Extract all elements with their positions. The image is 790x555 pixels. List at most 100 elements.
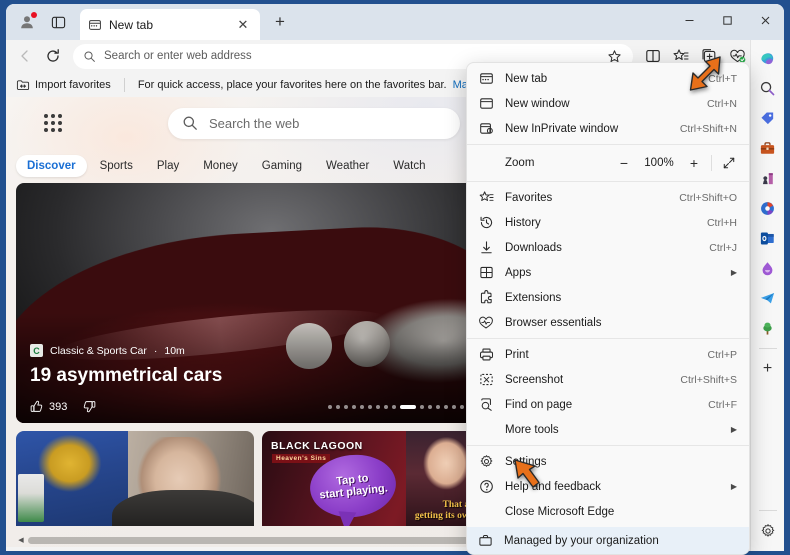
scroll-left-arrow[interactable]: ◀	[16, 535, 26, 545]
nav-item-gaming[interactable]: Gaming	[251, 155, 313, 177]
menu-item-history[interactable]: History Ctrl+H	[467, 210, 749, 235]
menu-divider	[467, 445, 749, 446]
nav-item-money[interactable]: Money	[192, 155, 249, 177]
nav-item-discover[interactable]: Discover	[16, 155, 87, 177]
sidebar-item-drop[interactable]	[754, 254, 782, 282]
menu-item-label: Find on page	[505, 398, 573, 411]
black-lagoon-ad-card[interactable]: BLACK LAGOON Heaven's Sins Tap to start …	[262, 431, 500, 526]
tab-strip: New tab ✕ +	[6, 4, 784, 40]
menu-item-label: Print	[505, 348, 529, 361]
web-search-placeholder: Search the web	[209, 115, 300, 131]
scrollbar-thumb[interactable]	[28, 536, 491, 544]
ad-bubble-line-2: start playing.	[318, 482, 389, 502]
menu-item-screenshot[interactable]: Screenshot Ctrl+Shift+S	[467, 367, 749, 392]
address-bar-placeholder: Search or enter web address	[104, 50, 252, 62]
sidebar-divider-bottom	[758, 510, 777, 511]
back-button[interactable]	[12, 43, 38, 69]
close-window-button[interactable]	[746, 4, 784, 36]
gear-icon	[478, 454, 494, 470]
extensions-icon	[478, 290, 494, 306]
tree-icon	[763, 322, 772, 335]
new-tab-page-icon	[89, 19, 101, 30]
sidebar-item-microsoft-365[interactable]	[754, 194, 782, 222]
new-window-icon	[478, 96, 494, 112]
chevron-right-icon: ▶	[730, 425, 737, 434]
hero-dislike-button[interactable]	[83, 400, 96, 413]
new-tab-button[interactable]: +	[266, 8, 294, 36]
menu-item-label: Browser essentials	[505, 316, 602, 329]
menu-item-help-and-feedback[interactable]: Help and feedback ▶	[467, 474, 749, 499]
profile-button[interactable]	[12, 7, 42, 37]
menu-item-new-inprivate-window[interactable]: New InPrivate window Ctrl+Shift+N	[467, 116, 749, 141]
web-search-box[interactable]: Search the web	[168, 107, 460, 139]
ad-logo: BLACK LAGOON	[271, 440, 363, 452]
hero-article-card[interactable]: C Classic & Sports Car · 10m 19 asymmetr…	[16, 183, 480, 423]
tab-search-icon	[51, 16, 65, 28]
inprivate-icon	[478, 121, 494, 137]
nav-item-weather[interactable]: Weather	[315, 155, 380, 177]
chevron-right-icon: ▶	[730, 482, 737, 491]
sidebar-item-tools[interactable]	[754, 134, 782, 162]
menu-item-new-window[interactable]: New window Ctrl+N	[467, 91, 749, 116]
tab-close-button[interactable]: ✕	[234, 16, 252, 34]
menu-item-shortcut: Ctrl+H	[706, 216, 737, 229]
nav-item-play[interactable]: Play	[146, 155, 190, 177]
maximize-button[interactable]	[708, 4, 746, 36]
carousel-pagination[interactable]	[328, 405, 464, 409]
menu-item-label: New window	[505, 97, 570, 110]
nav-item-watch[interactable]: Watch	[382, 155, 436, 177]
menu-item-new-tab[interactable]: New tab Ctrl+T	[467, 66, 749, 91]
briefcase-icon	[478, 533, 493, 548]
menu-item-label: New InPrivate window	[505, 122, 619, 135]
menu-item-shortcut: Ctrl+Shift+S	[680, 373, 737, 386]
briefcase-icon	[760, 141, 775, 154]
menu-item-more-tools[interactable]: More tools ▶	[467, 417, 749, 442]
menu-item-apps[interactable]: Apps ▶	[467, 260, 749, 285]
hero-like-button[interactable]: 393	[30, 400, 67, 413]
menu-footer-label: Managed by your organization	[504, 534, 659, 547]
copilot-icon	[761, 52, 774, 64]
sidebar-item-games[interactable]	[754, 164, 782, 192]
zoom-divider	[711, 155, 712, 171]
shopping-tag-icon	[761, 111, 774, 124]
menu-item-extensions[interactable]: Extensions	[467, 285, 749, 310]
menu-item-find-on-page[interactable]: Find on page Ctrl+F	[467, 392, 749, 417]
minimize-icon	[685, 19, 693, 21]
menu-item-browser-essentials[interactable]: Browser essentials	[467, 310, 749, 335]
hero-source-logo: C	[30, 344, 43, 357]
app-launcher-icon[interactable]	[38, 108, 68, 138]
hero-like-count: 393	[49, 400, 68, 413]
sidebar-item-search[interactable]	[754, 74, 782, 102]
browser-tab[interactable]: New tab ✕	[80, 9, 260, 40]
menu-item-downloads[interactable]: Downloads Ctrl+J	[467, 235, 749, 260]
menu-item-shortcut: Ctrl+N	[706, 97, 737, 110]
downloads-icon	[478, 240, 494, 256]
menu-managed-by-organization[interactable]: Managed by your organization	[467, 527, 749, 554]
sidebar-item-copilot[interactable]	[754, 44, 782, 72]
tab-actions-button[interactable]	[44, 8, 72, 36]
sidebar-settings-button[interactable]	[754, 517, 782, 545]
menu-item-label: Favorites	[505, 191, 553, 204]
sidebar-item-telegram[interactable]	[754, 284, 782, 312]
minimize-button[interactable]	[670, 4, 708, 36]
fullscreen-button[interactable]	[715, 151, 743, 175]
nav-item-sports[interactable]: Sports	[89, 155, 144, 177]
menu-item-favorites[interactable]: Favorites Ctrl+Shift+O	[467, 185, 749, 210]
news-photo-card[interactable]	[16, 431, 254, 526]
sidebar-item-tree[interactable]	[754, 314, 782, 342]
sidebar-item-shopping[interactable]	[754, 104, 782, 132]
menu-item-shortcut: Ctrl+T	[708, 72, 737, 85]
zoom-out-button[interactable]: −	[610, 151, 638, 175]
menu-item-label: More tools	[505, 423, 559, 436]
sidebar-item-outlook[interactable]	[754, 224, 782, 252]
profile-notification-dot	[31, 12, 37, 18]
menu-item-shortcut: Ctrl+Shift+N	[679, 122, 737, 135]
menu-item-close-microsoft-edge[interactable]: Close Microsoft Edge	[467, 499, 749, 524]
menu-item-settings[interactable]: Settings	[467, 449, 749, 474]
menu-item-print[interactable]: Print Ctrl+P	[467, 342, 749, 367]
sidebar-add-button[interactable]: +	[754, 355, 782, 383]
zoom-in-button[interactable]: +	[680, 151, 708, 175]
import-favorites-button[interactable]: Import favorites	[16, 78, 111, 92]
paper-plane-icon	[760, 292, 775, 303]
refresh-button[interactable]	[40, 43, 66, 69]
